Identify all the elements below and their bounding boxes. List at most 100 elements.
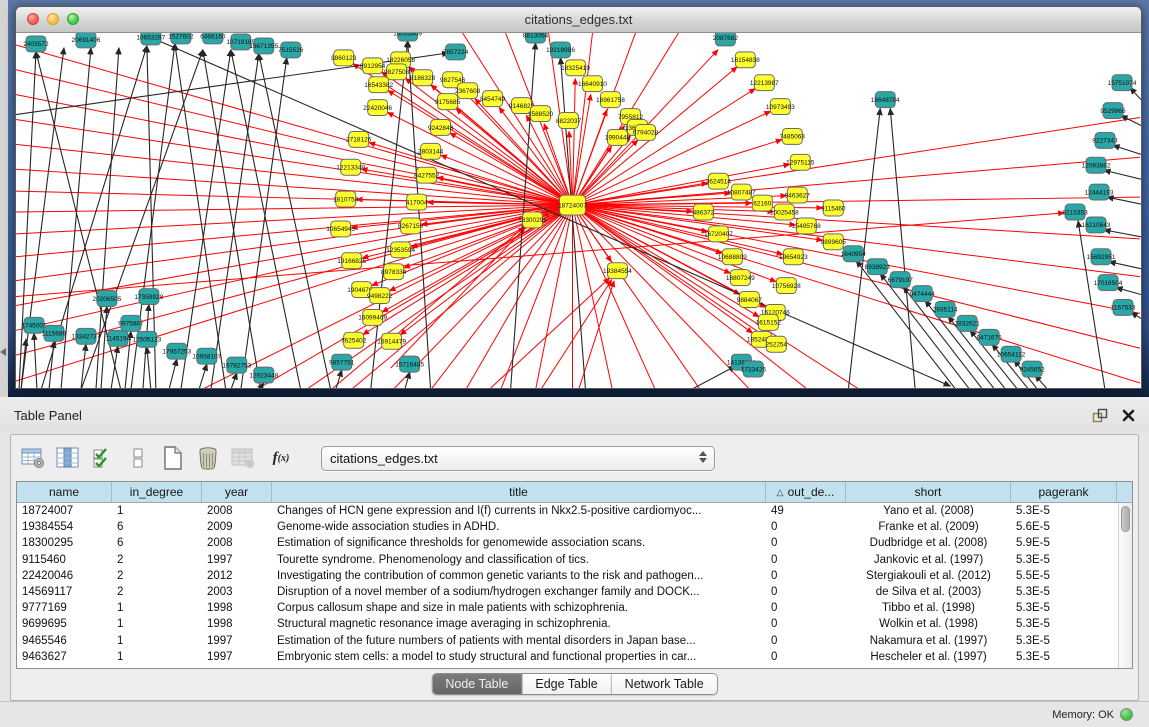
- float-window-icon[interactable]: [1092, 408, 1108, 423]
- graph-node[interactable]: 9857791: [329, 354, 355, 370]
- graph-node[interactable]: 2367608: [455, 83, 481, 99]
- graph-node[interactable]: 8215353: [1062, 204, 1088, 220]
- function-builder-button[interactable]: f(x): [264, 444, 298, 472]
- graph-node[interactable]: 1167533: [1111, 299, 1136, 315]
- tab-node-table[interactable]: Node Table: [432, 674, 522, 694]
- graph-node[interactable]: 1990448: [605, 129, 631, 145]
- vertical-scrollbar[interactable]: [1118, 503, 1132, 668]
- graph-node[interactable]: 2935114: [933, 301, 958, 317]
- graph-node[interactable]: 2087682: [713, 33, 739, 46]
- column-header-year[interactable]: year: [202, 482, 272, 502]
- graph-node[interactable]: 9227343: [1092, 132, 1118, 148]
- scrollbar-thumb[interactable]: [1121, 506, 1130, 532]
- graph-node[interactable]: 16782753: [222, 357, 251, 373]
- graph-node[interactable]: 15751074: [1108, 75, 1137, 91]
- column-header-in_degree[interactable]: in_degree: [112, 482, 202, 502]
- graph-node[interactable]: 8186328: [410, 70, 436, 86]
- window-titlebar[interactable]: citations_edges.txt: [16, 7, 1141, 33]
- graph-node[interactable]: 20206505: [92, 291, 121, 307]
- table-row[interactable]: 911546021997Tourette syndrome. Phenomeno…: [17, 552, 1132, 568]
- graph-node[interactable]: 9474444: [910, 286, 936, 302]
- graph-node[interactable]: 16648784: [871, 92, 900, 108]
- graph-node[interactable]: 19384554: [603, 263, 632, 279]
- graph-node[interactable]: 2718126: [346, 131, 372, 147]
- graph-node[interactable]: 1527602: [168, 33, 194, 44]
- graph-node[interactable]: 20691406: [72, 33, 101, 48]
- graph-node[interactable]: 1615152: [756, 314, 782, 330]
- graph-node[interactable]: 10654945: [326, 221, 355, 237]
- graph-node[interactable]: 8813054: [523, 33, 549, 43]
- table-row[interactable]: 969969511998Structural magnetic resonanc…: [17, 616, 1132, 632]
- graph-node[interactable]: 2803144: [418, 143, 444, 159]
- graph-node[interactable]: 10025458: [770, 204, 799, 220]
- graph-node[interactable]: 15716485: [395, 356, 424, 372]
- table-row[interactable]: 946362711997Embryonic stem cells: a mode…: [17, 649, 1132, 665]
- graph-node[interactable]: 16154838: [731, 52, 760, 68]
- graph-node[interactable]: 6466160: [200, 33, 226, 44]
- graph-node[interactable]: 10973493: [766, 99, 795, 115]
- close-panel-icon[interactable]: [1122, 409, 1135, 422]
- graph-node[interactable]: 9242848: [428, 120, 454, 136]
- graph-node[interactable]: 1640954: [841, 246, 867, 262]
- graph-node[interactable]: 8454749: [480, 91, 506, 107]
- graph-node[interactable]: 9884067: [737, 292, 763, 308]
- show-columns-button[interactable]: [54, 444, 82, 472]
- graph-node[interactable]: 19654923: [779, 249, 808, 265]
- graph-node[interactable]: 486372: [693, 204, 715, 220]
- graph-node[interactable]: 10688809: [718, 249, 747, 265]
- graph-node[interactable]: 19166825: [337, 253, 366, 269]
- tab-edge-table[interactable]: Edge Table: [522, 674, 611, 694]
- minimize-window-icon[interactable]: [47, 13, 59, 25]
- graph-node[interactable]: 9245652: [1019, 361, 1045, 377]
- graph-node[interactable]: 13342737: [72, 328, 101, 344]
- graph-node[interactable]: 16671355: [249, 38, 278, 54]
- delete-column-button[interactable]: [194, 444, 222, 472]
- graph-node[interactable]: 18325419: [561, 60, 590, 76]
- column-header-name[interactable]: name: [17, 482, 112, 502]
- graph-node[interactable]: 9899605: [821, 234, 847, 250]
- network-graph-canvas[interactable]: 8860123891295418226058982750816543382818…: [16, 33, 1141, 388]
- graph-node[interactable]: 7625402: [341, 332, 367, 348]
- new-column-button[interactable]: [159, 444, 187, 472]
- table-mode-button[interactable]: [19, 444, 47, 472]
- graph-hub-node[interactable]: 18724007: [558, 195, 587, 215]
- graph-node[interactable]: 1115689: [42, 325, 67, 341]
- graph-node[interactable]: 17359928: [134, 289, 163, 305]
- graph-node[interactable]: 1145194: [106, 330, 131, 346]
- graph-node[interactable]: 6794028: [633, 124, 659, 140]
- graph-node[interactable]: 9529966: [1100, 103, 1126, 119]
- graph-node[interactable]: 10756928: [772, 278, 801, 294]
- graph-node[interactable]: 12923448: [249, 367, 278, 383]
- graph-node[interactable]: 16961758: [596, 92, 625, 108]
- graph-node[interactable]: 8427552: [414, 167, 440, 183]
- graph-node[interactable]: 19218986: [546, 42, 575, 58]
- graph-node[interactable]: 10653287: [136, 33, 165, 45]
- table-row[interactable]: 946554611997Estimation of the future num…: [17, 633, 1132, 649]
- graph-node[interactable]: 8978334: [381, 264, 407, 280]
- column-header-short[interactable]: short: [846, 482, 1011, 502]
- graph-node[interactable]: 12353594: [386, 242, 415, 258]
- table-row[interactable]: 1938455462009Genome-wide association stu…: [17, 519, 1132, 535]
- graph-node[interactable]: 6679197: [888, 272, 914, 288]
- graph-node[interactable]: 12213987: [750, 75, 779, 91]
- graph-node[interactable]: 9975887: [118, 315, 144, 331]
- graph-node[interactable]: 16640910: [578, 76, 607, 92]
- column-header-out_degree[interactable]: △out_de...: [766, 482, 846, 502]
- select-all-columns-button[interactable]: [89, 444, 117, 472]
- graph-node[interactable]: 8822037: [556, 113, 582, 129]
- graph-node[interactable]: 8938923: [865, 259, 891, 275]
- graph-node[interactable]: 1588520: [528, 106, 554, 122]
- graph-node[interactable]: 417004: [406, 194, 428, 210]
- graph-node[interactable]: 9827508: [384, 64, 410, 80]
- graph-node[interactable]: 7832621: [955, 315, 981, 331]
- tab-network-table[interactable]: Network Table: [612, 674, 717, 694]
- column-header-pagerank[interactable]: pagerank: [1011, 482, 1117, 502]
- table-row[interactable]: 1872400712008Changes of HCN gene express…: [17, 503, 1132, 519]
- graph-node[interactable]: 2403572: [23, 36, 49, 52]
- graph-node[interactable]: 8267150: [398, 218, 424, 234]
- column-header-title[interactable]: title: [272, 482, 766, 502]
- graph-node[interactable]: 9175685: [435, 94, 461, 110]
- table-row[interactable]: 1456911722003Disruption of a novel membe…: [17, 584, 1132, 600]
- graph-node[interactable]: 10807487: [727, 184, 756, 200]
- graph-node[interactable]: 7515526: [278, 42, 304, 58]
